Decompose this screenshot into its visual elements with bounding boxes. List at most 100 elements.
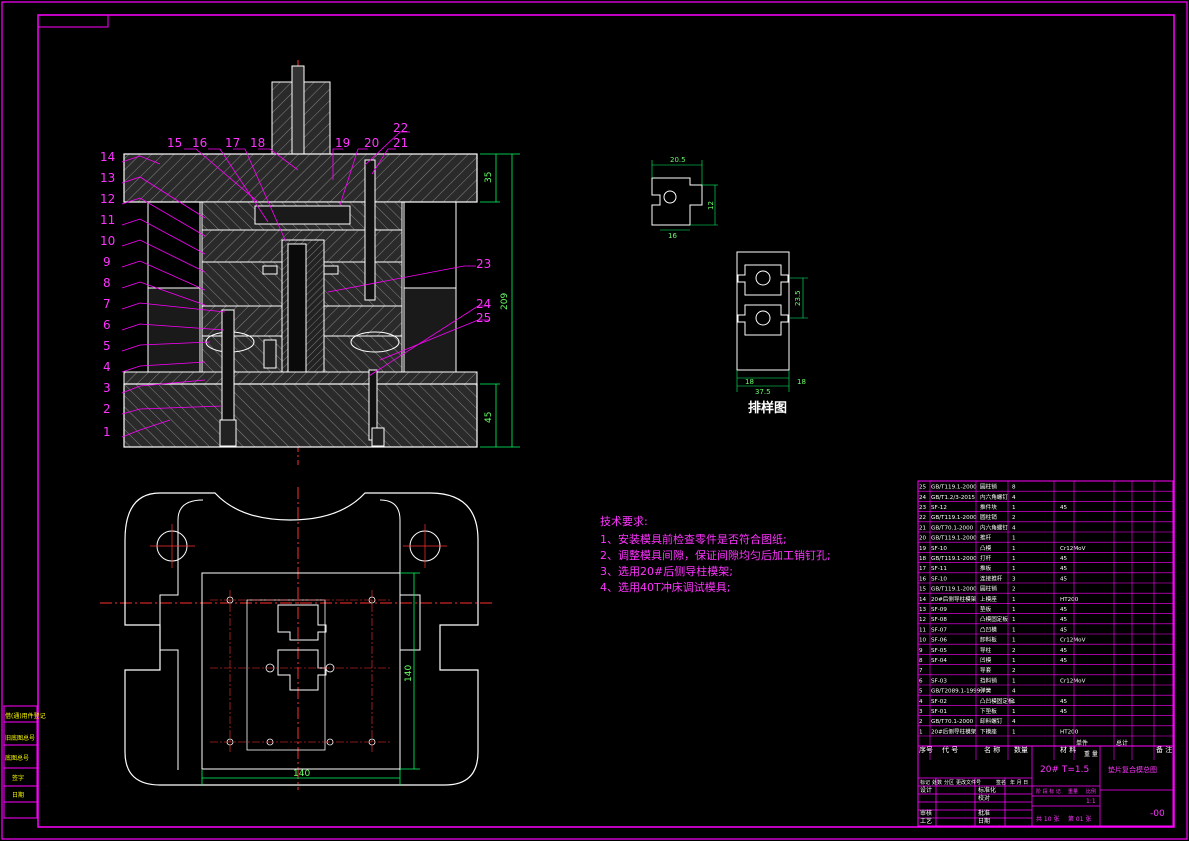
part-dim-bottom: 16: [668, 232, 677, 240]
bom-material: Cr12MoV: [1060, 546, 1086, 552]
bom-name: 圆柱销: [980, 483, 997, 491]
bom-code: SF-11: [931, 566, 947, 572]
bom-seq: 20: [919, 536, 927, 542]
dim-top-height: 140: [404, 665, 414, 682]
bom-material: 45: [1060, 627, 1068, 633]
bom-code: SF-04: [931, 658, 947, 664]
part-no-23: 23: [476, 257, 491, 271]
part-no-20: 20: [364, 136, 379, 150]
bom-code: GB/T119.1-2000: [931, 485, 977, 491]
row-label-5: 年 月 日: [1010, 779, 1028, 786]
row-label-1: 处数: [932, 779, 942, 786]
part-no-4: 4: [103, 360, 111, 374]
bom-qty: 4: [1012, 495, 1016, 501]
part-no-16: 16: [192, 136, 207, 150]
part-dim-side: 12: [707, 201, 715, 210]
bom-code: SF-08: [931, 617, 947, 623]
row-label-0: 标记: [920, 779, 930, 786]
layout-dim-margin-left: 18: [745, 378, 754, 386]
bom-material: 45: [1060, 505, 1068, 511]
bom-code: SF-01: [931, 709, 947, 715]
layout-dim-strip-width: 37.5: [755, 388, 771, 396]
bom-material: HT200: [1060, 597, 1079, 603]
role-review: 审核: [920, 809, 932, 817]
part-no-7: 7: [103, 297, 111, 311]
bom-material: 45: [1060, 566, 1068, 572]
guide-pillar-right: [403, 287, 457, 385]
bom-name: 推板: [980, 564, 992, 572]
bom-name: 圆柱销: [980, 585, 997, 593]
bom-code: SF-10: [931, 546, 947, 552]
left-strip-label-3: 签字: [12, 774, 24, 782]
bom-name: 圆柱销: [980, 513, 997, 521]
bom-qty: 1: [1012, 729, 1016, 735]
stage-label-2: 比例: [1086, 788, 1096, 795]
bom-qty: 2: [1012, 515, 1016, 521]
drawing-name: 垫片复合模总图: [1108, 765, 1157, 774]
bom-material: Cr12MoV: [1060, 678, 1086, 684]
drawing-number: -00: [1150, 809, 1165, 819]
bom-seq: 11: [919, 627, 927, 633]
bom-name: 内六角螺钉: [980, 493, 1008, 501]
bom-name: 推杆: [980, 534, 992, 542]
material-spec: 20# T=1.5: [1040, 765, 1089, 775]
corner-tag-box: [37, 14, 109, 28]
role-check: 校对: [978, 794, 990, 802]
bom-name: 凸模: [980, 544, 992, 552]
bom-qty: 4: [1012, 525, 1016, 531]
bom-code: SF-03: [931, 678, 947, 684]
bom-qty: 2: [1012, 668, 1016, 674]
role-date: 日期: [978, 817, 990, 825]
bom-seq: 13: [919, 607, 927, 613]
bom-material: 45: [1060, 648, 1068, 654]
row-label-3: 更改文件号: [956, 779, 981, 786]
sheet-no: 第 01 张: [1068, 815, 1091, 823]
part-drawing: 20.5 12 16: [651, 156, 718, 240]
front-section-view: 35 209 45 1 2 3 4 5 6 7 8 9 10 11 12 13 …: [100, 60, 520, 465]
bom-qty: 1: [1012, 566, 1016, 572]
bom-material: 45: [1060, 576, 1068, 582]
part-no-2: 2: [103, 402, 111, 416]
title-block: 20# T=1.5 垫片复合模总图 -00 1:1 共 10 张 第 01 张 …: [917, 745, 1174, 827]
bom-seq: 15: [919, 587, 927, 593]
bom-seq: 2: [919, 719, 923, 725]
bom-seq: 23: [919, 505, 927, 511]
bom-material: 45: [1060, 617, 1068, 623]
bom-material: HT200: [1060, 729, 1079, 735]
bom-seq: 25: [919, 485, 927, 491]
bom-name: 凸凹模固定板: [980, 697, 1014, 705]
push-plate: [254, 205, 351, 225]
bom-seq: 7: [919, 668, 923, 674]
part-no-9: 9: [103, 255, 111, 269]
dim-top-width: 140: [293, 769, 310, 779]
tech-req-item-1: 1、安装模具前检查零件是否符合图纸;: [600, 532, 787, 546]
bom-qty: 4: [1012, 689, 1016, 695]
bom-seq: 24: [919, 495, 927, 501]
bom-seq: 10: [919, 638, 927, 644]
bom-seq: 16: [919, 576, 927, 582]
role-process: 工艺: [920, 817, 932, 825]
bom-name: 垫板: [980, 605, 992, 613]
bom-seq: 14: [919, 597, 927, 603]
bom-code: GB/T70.1-2000: [931, 525, 974, 531]
role-design: 设计: [920, 786, 932, 794]
part-no-19: 19: [335, 136, 350, 150]
bom-name: 凹模: [980, 656, 992, 664]
bom-qty: 2: [1012, 648, 1016, 654]
bom-qty: 2: [1012, 587, 1016, 593]
bom-seq: 3: [919, 709, 923, 715]
bom-name: 凸模固定板: [980, 615, 1008, 623]
bom-qty: 1: [1012, 638, 1016, 644]
bom-seq: 1: [919, 729, 923, 735]
tech-req-title: 技术要求:: [600, 515, 648, 528]
bom-material: 45: [1060, 607, 1068, 613]
bom-seq: 6: [919, 678, 923, 684]
bom-qty: 1: [1012, 617, 1016, 623]
guide-pillar-left: [147, 287, 201, 385]
part-no-11: 11: [100, 213, 115, 227]
blank-layout-caption: 排样图: [748, 400, 787, 416]
bom-seq: 8: [919, 658, 923, 664]
bom-qty: 1: [1012, 536, 1016, 542]
bom-name: 下模座: [980, 727, 997, 735]
bom-qty: 1: [1012, 699, 1016, 705]
